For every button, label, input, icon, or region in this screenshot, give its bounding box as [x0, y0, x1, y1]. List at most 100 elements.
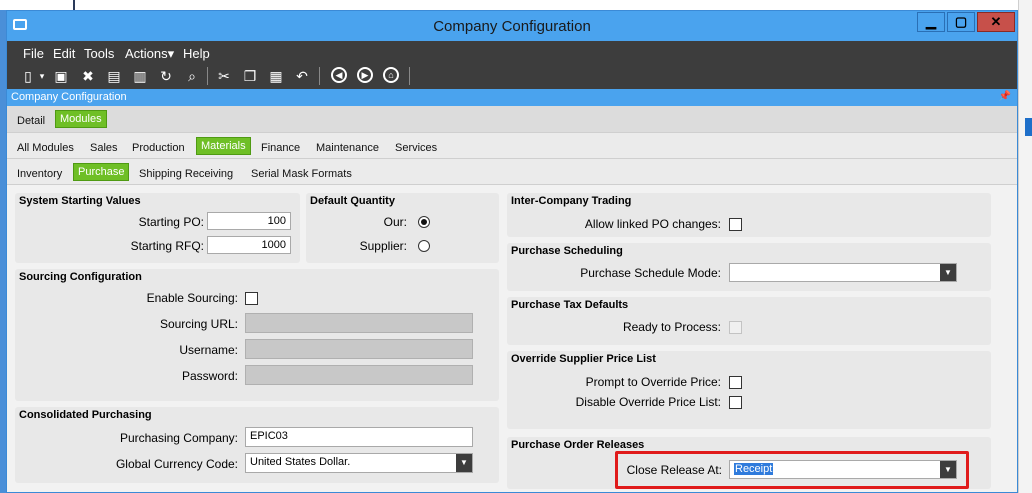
window-title: Company Configuration: [433, 18, 591, 35]
starting-rfq-label: Starting RFQ:: [130, 239, 204, 253]
group-title: Purchase Scheduling: [511, 245, 623, 257]
clear-icon[interactable]: ⌕: [183, 67, 201, 85]
group-title: Inter-Company Trading: [511, 195, 632, 207]
tab-production[interactable]: Production: [128, 140, 189, 156]
tab-materials[interactable]: Materials: [196, 137, 251, 155]
chevron-down-icon[interactable]: ▼: [940, 264, 956, 281]
tab-inventory[interactable]: Inventory: [13, 166, 66, 182]
username-input: [245, 339, 473, 359]
copy-icon[interactable]: ❐: [241, 67, 259, 85]
purchase-schedule-mode-combo[interactable]: ▼: [729, 263, 957, 282]
tab-maintenance[interactable]: Maintenance: [312, 140, 383, 156]
new-dropdown-icon[interactable]: ▾: [33, 67, 51, 85]
purchase-scheduling-group: Purchase Scheduling Purchase Schedule Mo…: [507, 243, 991, 291]
close-release-at-combo[interactable]: Receipt ▼: [729, 460, 957, 479]
password-input: [245, 365, 473, 385]
tab-row-main: Detail Modules: [7, 106, 1017, 133]
ready-to-process-label: Ready to Process:: [622, 320, 721, 334]
menu-help[interactable]: Help: [183, 46, 210, 61]
override-supplier-price-list-group: Override Supplier Price List Prompt to O…: [507, 351, 991, 429]
tab-modules[interactable]: Modules: [55, 110, 107, 128]
refresh-icon[interactable]: ↻: [157, 67, 175, 85]
system-starting-values-group: System Starting Values Starting PO: 100 …: [15, 193, 300, 263]
default-quantity-group: Default Quantity Our: Supplier:: [306, 193, 499, 263]
close-release-at-value: Receipt: [734, 463, 774, 475]
menu-edit[interactable]: Edit: [53, 46, 75, 61]
enable-sourcing-checkbox[interactable]: [245, 292, 258, 305]
starting-rfq-input[interactable]: 1000: [207, 236, 291, 254]
disable-override-price-list-checkbox[interactable]: [729, 396, 742, 409]
allow-linked-po-changes-label: Allow linked PO changes:: [584, 217, 721, 231]
chevron-down-icon[interactable]: ▼: [456, 454, 472, 472]
chevron-down-icon[interactable]: ▼: [940, 461, 956, 478]
group-title: Consolidated Purchasing: [19, 409, 152, 421]
toolbar-separator: [409, 67, 410, 85]
inter-company-trading-group: Inter-Company Trading Allow linked PO ch…: [507, 193, 991, 237]
sourcing-url-input: [245, 313, 473, 333]
sourcing-configuration-group: Sourcing Configuration Enable Sourcing: …: [15, 269, 499, 401]
minimize-button[interactable]: ▁: [917, 12, 945, 32]
panel-caption: Company Configuration 📌: [7, 89, 1017, 106]
global-currency-code-value: United States Dollar.: [250, 456, 351, 468]
menu-file[interactable]: File: [23, 46, 44, 61]
tab-services[interactable]: Services: [391, 140, 441, 156]
allow-linked-po-changes-checkbox[interactable]: [729, 218, 742, 231]
tab-shipping-receiving[interactable]: Shipping Receiving: [135, 166, 237, 182]
supplier-radio[interactable]: [418, 240, 430, 252]
group-title: Sourcing Configuration: [19, 271, 142, 283]
purchase-order-releases-group: Purchase Order Releases Close Release At…: [507, 437, 991, 489]
purchase-settings-panel: System Starting Values Starting PO: 100 …: [7, 185, 1017, 492]
group-title: Purchase Tax Defaults: [511, 299, 629, 311]
purchase-schedule-mode-label: Purchase Schedule Mode:: [580, 266, 721, 280]
panel-caption-text: Company Configuration: [11, 91, 127, 103]
tab-finance[interactable]: Finance: [257, 140, 304, 156]
tab-all-modules[interactable]: All Modules: [13, 140, 78, 156]
menu-actions[interactable]: Actions▾: [125, 46, 174, 62]
back-icon[interactable]: ◀: [331, 67, 347, 83]
delete-icon[interactable]: ✖: [79, 67, 97, 85]
password-label: Password:: [181, 369, 238, 383]
tab-purchase[interactable]: Purchase: [73, 163, 130, 181]
close-release-at-label: Close Release At:: [626, 463, 722, 477]
group-title: Default Quantity: [310, 195, 395, 207]
global-currency-code-label: Global Currency Code:: [115, 457, 238, 471]
tab-row-materials: Inventory Purchase Shipping Receiving Se…: [7, 159, 1017, 185]
book-icon[interactable]: ▤: [105, 67, 123, 85]
desktop-top-strip: [0, 0, 75, 10]
paste-icon[interactable]: ▦: [267, 67, 285, 85]
tab-row-modules: All Modules Sales Production Materials F…: [7, 133, 1017, 159]
home-icon[interactable]: ⌂: [383, 67, 399, 83]
undo-icon[interactable]: ↶: [293, 67, 311, 85]
cut-icon[interactable]: ✂: [215, 67, 233, 85]
our-radio[interactable]: [418, 216, 430, 228]
ready-to-process-checkbox: [729, 321, 742, 334]
purchasing-company-input[interactable]: EPIC03: [245, 427, 473, 447]
starting-po-input[interactable]: 100: [207, 212, 291, 230]
forward-icon[interactable]: ▶: [357, 67, 373, 83]
enable-sourcing-label: Enable Sourcing:: [146, 291, 238, 305]
tab-detail[interactable]: Detail: [13, 113, 49, 129]
attach-icon[interactable]: ▥: [131, 67, 149, 85]
prompt-to-override-price-label: Prompt to Override Price:: [585, 375, 721, 389]
username-label: Username:: [179, 343, 238, 357]
maximize-button[interactable]: ▢: [947, 12, 975, 32]
tab-serial-mask-formats[interactable]: Serial Mask Formats: [247, 166, 356, 182]
sourcing-url-label: Sourcing URL:: [159, 317, 238, 331]
toolbar-separator: [207, 67, 208, 85]
prompt-to-override-price-checkbox[interactable]: [729, 376, 742, 389]
our-label: Our:: [383, 215, 407, 229]
menu-toolbar: File Edit Tools Actions▾ Help ▯ ▾ ▣ ✖ ▤ …: [7, 41, 1017, 89]
supplier-label: Supplier:: [359, 239, 407, 253]
save-icon[interactable]: ▣: [52, 67, 70, 85]
desktop-blue-marker: [1025, 118, 1032, 136]
global-currency-code-combo[interactable]: United States Dollar. ▼: [245, 453, 473, 473]
close-button[interactable]: ✕: [977, 12, 1015, 32]
group-title: Purchase Order Releases: [511, 439, 645, 451]
consolidated-purchasing-group: Consolidated Purchasing Purchasing Compa…: [15, 407, 499, 483]
pin-icon[interactable]: 📌: [999, 91, 1011, 102]
menu-tools[interactable]: Tools: [84, 46, 114, 61]
title-bar: Company Configuration ▁ ▢ ✕: [7, 11, 1017, 41]
tab-sales[interactable]: Sales: [86, 140, 122, 156]
group-title: Override Supplier Price List: [511, 353, 656, 365]
disable-override-price-list-label: Disable Override Price List:: [575, 395, 721, 409]
